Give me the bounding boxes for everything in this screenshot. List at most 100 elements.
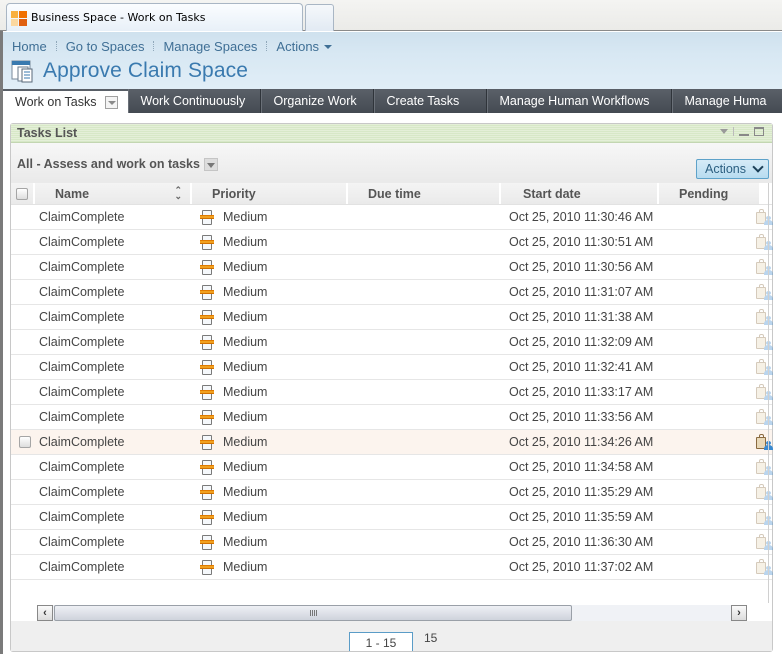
claim-task-icon[interactable] bbox=[756, 309, 773, 325]
sort-icon[interactable]: ⌃ ⌄ bbox=[174, 186, 182, 201]
tab-organize-work[interactable]: Organize Work bbox=[260, 89, 374, 113]
claim-task-icon[interactable] bbox=[756, 484, 773, 500]
claim-task-icon[interactable] bbox=[756, 284, 773, 300]
task-name[interactable]: ClaimComplete bbox=[38, 255, 198, 280]
table-row[interactable]: ClaimComplete Medium Oct 25, 2010 11:36:30… bbox=[11, 530, 773, 555]
task-name[interactable]: ClaimComplete bbox=[38, 380, 198, 405]
claim-task-icon[interactable] bbox=[756, 359, 773, 375]
maximize-icon[interactable] bbox=[754, 127, 764, 136]
table-row[interactable]: ClaimComplete Medium Oct 25, 2010 11:32:09… bbox=[11, 330, 773, 355]
table-row[interactable]: ClaimComplete Medium Oct 25, 2010 11:33:56… bbox=[11, 405, 773, 430]
task-start-date: Oct 25, 2010 11:35:29 AM bbox=[508, 480, 718, 505]
task-name[interactable]: ClaimComplete bbox=[38, 555, 198, 580]
space-icon bbox=[11, 59, 35, 83]
tab-work-continuously[interactable]: Work Continuously bbox=[127, 89, 261, 113]
task-name[interactable]: ClaimComplete bbox=[38, 280, 198, 305]
column-header-priority[interactable]: Priority bbox=[192, 183, 348, 204]
task-name[interactable]: ClaimComplete bbox=[38, 505, 198, 530]
horizontal-scrollbar[interactable]: ‹ › bbox=[37, 605, 747, 621]
table-row[interactable]: ClaimComplete Medium Oct 25, 2010 11:34:58… bbox=[11, 455, 773, 480]
table-row[interactable]: ClaimComplete Medium Oct 25, 2010 11:31:38… bbox=[11, 305, 773, 330]
claim-task-icon[interactable] bbox=[756, 534, 773, 550]
tab-manage-human-workflows[interactable]: Manage Human Workflows bbox=[486, 89, 672, 113]
row-select-cell bbox=[11, 530, 38, 555]
chevron-down-icon[interactable] bbox=[203, 157, 218, 171]
nav-actions-menu[interactable]: Actions bbox=[267, 39, 341, 54]
table-row[interactable]: ClaimComplete Medium Oct 25, 2010 11:31:07… bbox=[11, 280, 773, 305]
nav-actions-label: Actions bbox=[276, 38, 320, 54]
select-all-checkbox[interactable] bbox=[16, 187, 28, 200]
task-name[interactable]: ClaimComplete bbox=[38, 480, 198, 505]
task-name[interactable]: ClaimComplete bbox=[38, 230, 198, 255]
tab-create-tasks[interactable]: Create Tasks bbox=[373, 89, 487, 113]
claim-task-icon[interactable] bbox=[756, 459, 773, 475]
start-date-text: Oct 25, 2010 11:36:30 AM bbox=[509, 535, 654, 549]
window-frame bbox=[0, 31, 3, 654]
new-tab-button[interactable] bbox=[305, 4, 334, 31]
task-name[interactable]: ClaimComplete bbox=[38, 330, 198, 355]
task-pending bbox=[718, 280, 773, 305]
column-header-due-time[interactable]: Due time bbox=[348, 183, 501, 204]
table-row[interactable]: ClaimComplete Medium Oct 25, 2010 11:30:56… bbox=[11, 255, 773, 280]
claim-task-icon[interactable] bbox=[756, 509, 773, 525]
table-row[interactable]: ClaimComplete Medium Oct 25, 2010 11:37:02… bbox=[11, 555, 773, 580]
column-header-start-date[interactable]: Start date bbox=[501, 183, 659, 204]
scroll-left-button[interactable]: ‹ bbox=[37, 605, 53, 621]
claim-task-icon[interactable] bbox=[756, 234, 773, 250]
tab-menu-dropdown-icon[interactable] bbox=[104, 95, 118, 109]
table-row[interactable]: ClaimComplete Medium Oct 25, 2010 11:33:17… bbox=[11, 380, 773, 405]
page-range-input[interactable]: 1 - 15 bbox=[349, 632, 413, 651]
filter-selector[interactable]: All - Assess and work on tasks bbox=[17, 157, 218, 171]
claim-task-icon[interactable] bbox=[756, 384, 773, 400]
claim-task-icon[interactable] bbox=[756, 209, 773, 225]
nav-go-to-spaces-link[interactable]: Go to Spaces bbox=[57, 39, 154, 54]
task-pending bbox=[718, 505, 773, 530]
claim-task-icon[interactable] bbox=[756, 434, 773, 450]
page-tabs: Work on Tasks Work Continuously Organize… bbox=[3, 89, 782, 113]
task-pending bbox=[718, 380, 773, 405]
tasks-table: Name ⌃ ⌄ Priority Due time Start date Pen… bbox=[11, 183, 773, 580]
table-row[interactable]: ClaimComplete Medium Oct 25, 2010 11:35:29… bbox=[11, 480, 773, 505]
widget-menu-icon[interactable] bbox=[720, 129, 728, 134]
task-priority: Medium bbox=[198, 430, 373, 455]
minimize-icon[interactable] bbox=[739, 134, 749, 136]
column-header-pending[interactable]: Pending bbox=[659, 183, 759, 204]
start-date-text: Oct 25, 2010 11:33:56 AM bbox=[509, 410, 654, 424]
table-row[interactable]: ClaimComplete Medium Oct 25, 2010 11:35:59… bbox=[11, 505, 773, 530]
task-pending bbox=[718, 405, 773, 430]
task-name-text: ClaimComplete bbox=[39, 285, 125, 299]
task-name[interactable]: ClaimComplete bbox=[38, 455, 198, 480]
task-name[interactable]: ClaimComplete bbox=[38, 305, 198, 330]
claim-task-icon[interactable] bbox=[756, 559, 773, 575]
browser-tab[interactable]: Business Space - Work on Tasks bbox=[6, 3, 303, 31]
task-name[interactable]: ClaimComplete bbox=[38, 430, 198, 455]
task-due-time bbox=[373, 380, 508, 405]
claim-task-icon[interactable] bbox=[756, 334, 773, 350]
nav-manage-spaces-link[interactable]: Manage Spaces bbox=[154, 39, 266, 54]
table-row[interactable]: ClaimComplete Medium Oct 25, 2010 11:34:26… bbox=[11, 430, 773, 455]
task-start-date: Oct 25, 2010 11:33:56 AM bbox=[508, 405, 718, 430]
priority-text: Medium bbox=[223, 435, 268, 449]
column-header-name[interactable]: Name ⌃ ⌄ bbox=[35, 183, 192, 204]
task-name[interactable]: ClaimComplete bbox=[38, 205, 198, 230]
row-checkbox[interactable] bbox=[18, 436, 31, 448]
priority-text: Medium bbox=[223, 460, 268, 474]
table-row[interactable]: ClaimComplete Medium Oct 25, 2010 11:30:51… bbox=[11, 230, 773, 255]
claim-task-icon[interactable] bbox=[756, 259, 773, 275]
divider bbox=[733, 127, 734, 136]
actions-button[interactable]: Actions bbox=[696, 159, 769, 179]
task-priority: Medium bbox=[198, 280, 373, 305]
scrollbar-thumb[interactable] bbox=[54, 605, 572, 621]
table-row[interactable]: ClaimComplete Medium Oct 25, 2010 11:30:46… bbox=[11, 205, 773, 230]
task-priority: Medium bbox=[198, 305, 373, 330]
tab-work-on-tasks[interactable]: Work on Tasks bbox=[3, 91, 128, 113]
task-name[interactable]: ClaimComplete bbox=[38, 355, 198, 380]
scroll-right-button[interactable]: › bbox=[731, 605, 747, 621]
task-name[interactable]: ClaimComplete bbox=[38, 405, 198, 430]
task-name[interactable]: ClaimComplete bbox=[38, 530, 198, 555]
tab-manage-human-overflow[interactable]: Manage Huma bbox=[671, 89, 779, 113]
chevron-down-icon bbox=[752, 161, 764, 173]
nav-home-link[interactable]: Home bbox=[3, 39, 56, 54]
claim-task-icon[interactable] bbox=[756, 409, 773, 425]
table-row[interactable]: ClaimComplete Medium Oct 25, 2010 11:32:41… bbox=[11, 355, 773, 380]
